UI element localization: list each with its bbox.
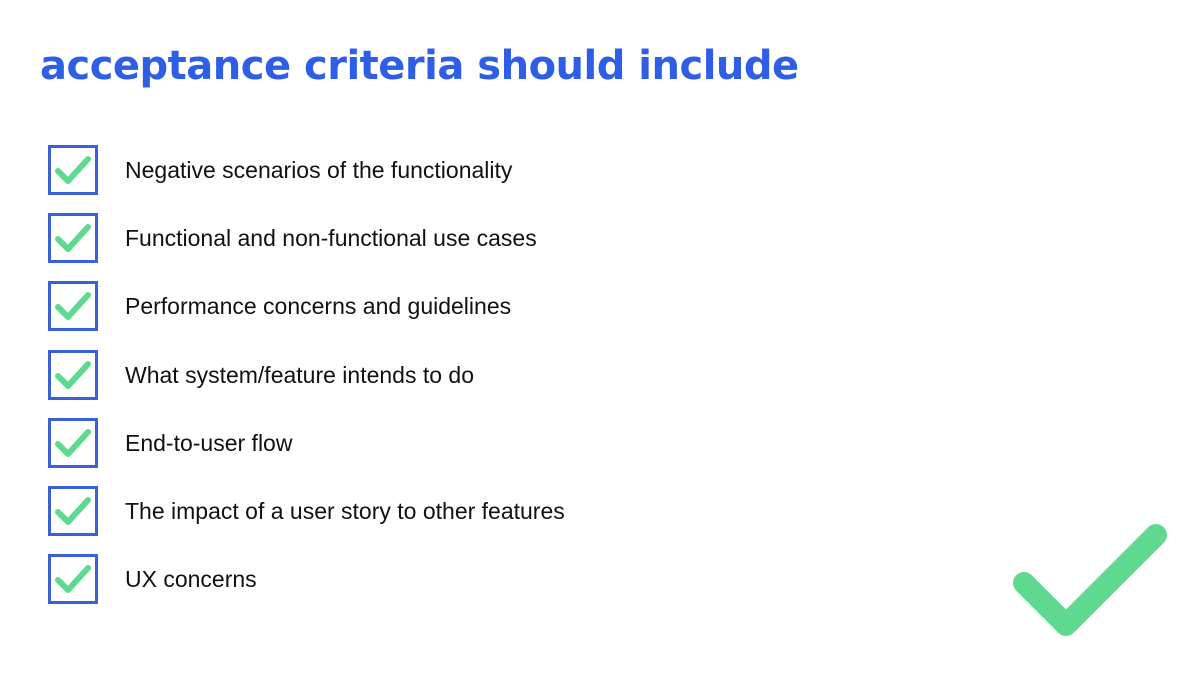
checked-box-icon	[48, 145, 98, 195]
criteria-label: UX concerns	[125, 566, 257, 593]
criteria-label: What system/feature intends to do	[125, 361, 475, 388]
checked-box-icon	[48, 349, 98, 400]
checked-box-icon	[48, 417, 98, 468]
criteria-item: UX concerns	[48, 554, 565, 605]
criteria-label: End-to-user flow	[125, 429, 293, 456]
criteria-label: Performance concerns and guidelines	[125, 293, 512, 320]
checked-box-icon	[48, 281, 98, 332]
check-mark-icon	[1013, 524, 1167, 636]
criteria-item: Performance concerns and guidelines	[48, 281, 565, 332]
criteria-item: Functional and non-functional use cases	[48, 213, 565, 264]
criteria-label: The impact of a user story to other feat…	[125, 497, 565, 524]
checked-box-icon	[48, 485, 98, 536]
checked-box-icon	[48, 213, 98, 264]
criteria-label: Functional and non-functional use cases	[125, 225, 537, 252]
criteria-item: The impact of a user story to other feat…	[48, 485, 565, 536]
criteria-item: End-to-user flow	[48, 417, 565, 468]
criteria-list: Negative scenarios of the functionality …	[48, 145, 565, 622]
criteria-item: What system/feature intends to do	[48, 349, 565, 400]
criteria-label: Negative scenarios of the functionality	[125, 157, 513, 183]
slide-title: acceptance criteria should include	[40, 43, 799, 89]
criteria-item: Negative scenarios of the functionality	[48, 145, 565, 195]
checked-box-icon	[48, 554, 98, 605]
